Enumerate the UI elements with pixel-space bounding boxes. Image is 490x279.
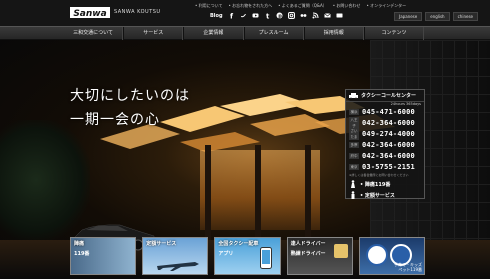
nav-item-services[interactable]: サービス (123, 27, 184, 40)
brand-name: SANWA KOUTSU (114, 9, 161, 15)
banner-title: 陣痛 (74, 241, 85, 247)
phone-number[interactable]: 049-274-4000 (362, 130, 415, 138)
site-header: Sanwa SANWA KOUTSU • 利用について • お忘れ物をされた方へ… (0, 0, 490, 26)
facebook-icon[interactable]: f (228, 12, 235, 20)
phone-area: さいたま (349, 127, 359, 140)
nav-item-recruit[interactable]: 採用情報 (303, 27, 364, 40)
call-center-title: タクシーコールセンター (361, 93, 417, 99)
driver-badge-icon (333, 244, 348, 258)
twitter-icon[interactable] (240, 12, 247, 19)
toplink-online[interactable]: • オンラインデンター (366, 3, 406, 9)
toplink-about[interactable]: • 利用について (195, 3, 223, 9)
airplane-icon (157, 262, 200, 271)
lang-english[interactable]: english (425, 12, 450, 21)
person-icon (351, 191, 355, 199)
youtube-play-icon[interactable] (336, 12, 343, 19)
instagram-icon[interactable] (287, 12, 295, 19)
flat-rate-link[interactable]: • 定額サービス (349, 191, 421, 199)
smartphone-icon (259, 247, 272, 269)
social-links: Blog f t p (210, 12, 343, 19)
nav-item-press[interactable]: プレスルーム (243, 27, 304, 40)
banner-kids-pet[interactable]: 子育て・キッズ ペット119番 (358, 237, 426, 275)
banner-title: 定額サービス (146, 241, 177, 247)
svg-text:f: f (230, 13, 234, 20)
phone-number[interactable]: 045-471-6000 (362, 108, 415, 116)
blog-link[interactable]: Blog (210, 13, 223, 19)
banner-subtitle: 熟練ドライバー (290, 251, 326, 257)
flickr-icon[interactable] (300, 12, 307, 19)
nav-item-company[interactable]: 企業情報 (183, 27, 244, 40)
banner-subtitle: 119番 (74, 251, 90, 257)
lang-chinese[interactable]: chinese (452, 12, 478, 21)
phone-number[interactable]: 042-364-6000 (362, 119, 415, 127)
phone-row[interactable]: 八王子 042-364-6000 (346, 116, 424, 129)
banner-taxi-app[interactable]: 全国タクシー配車 アプリ (214, 237, 281, 275)
banner-subtitle: アプリ (218, 251, 234, 257)
tagline-line-2: 一期一会の心 (70, 112, 160, 128)
banner-title: 子育て・キッズ ペット119番 (394, 262, 423, 272)
toplink-contact[interactable]: • お問い合わせ (333, 3, 361, 9)
toplink-faq[interactable]: • よくあるご質問（Q&A） (278, 3, 327, 9)
phone-area: 東京 (349, 163, 359, 170)
kids-taxi-icon (365, 244, 388, 266)
phone-row[interactable]: 多摩 042-364-6000 (346, 139, 424, 150)
banner-labor-119[interactable]: 陣痛 119番 (70, 237, 137, 275)
phone-row[interactable]: 東京 03-5755-2151 (346, 161, 424, 172)
svg-text:p: p (278, 14, 282, 20)
promo-banners: 陣痛 119番 定額サービス 全国タクシー配車 アプリ 達人ドライバー 熟練ドラ… (70, 237, 426, 275)
tumblr-icon[interactable]: t (264, 12, 271, 20)
banner-flat-rate[interactable]: 定額サービス (142, 237, 209, 275)
mother-icon (351, 180, 355, 188)
rss-icon[interactable] (312, 12, 319, 19)
phone-number[interactable]: 042-364-6000 (362, 141, 415, 149)
phone-row[interactable]: 横浜 045-471-6000 (346, 106, 424, 117)
banner-title: 達人ドライバー (290, 241, 326, 247)
banner-title: 全国タクシー配車 (218, 241, 259, 247)
main-nav: 三和交通について サービス 企業情報 プレスルーム 採用情報 コンテンツ (0, 26, 490, 40)
language-switcher: Japanese english chinese (394, 12, 478, 21)
nav-item-about[interactable]: 三和交通について (64, 27, 124, 40)
hero-tagline: 大切にしたいのは 一期一会の心 (70, 84, 190, 132)
brand-logo[interactable]: Sanwa (70, 6, 110, 19)
lang-japanese[interactable]: Japanese (394, 12, 423, 21)
phone-area: 横浜 (349, 108, 359, 115)
tagline-line-1: 大切にしたいのは (70, 88, 190, 104)
top-links: • 利用について • お忘れ物をされた方へ • よくあるご質問（Q&A） • お… (195, 3, 406, 9)
youtube-icon[interactable] (252, 12, 259, 19)
phone-number[interactable]: 042-364-6000 (362, 152, 415, 160)
phone-row[interactable]: さいたま 049-274-4000 (346, 127, 424, 140)
banner-expert-driver[interactable]: 達人ドライバー 熟練ドライバー (286, 237, 353, 275)
labor-119-label: • 陣痛119番 (360, 181, 391, 188)
phone-area: 多摩 (349, 141, 359, 148)
phone-row[interactable]: 府中 042-364-6000 (346, 150, 424, 161)
flat-rate-label: • 定額サービス (360, 192, 395, 199)
phone-area: 府中 (349, 152, 359, 159)
labor-119-link[interactable]: • 陣痛119番 (349, 180, 421, 188)
pinterest-icon[interactable]: p (276, 12, 283, 19)
taxi-icon (349, 93, 358, 99)
call-center-panel: タクシーコールセンター 24hours 365days 横浜 045-471-6… (345, 89, 425, 199)
svg-text:Sanwa: Sanwa (73, 9, 106, 19)
svg-text:t: t (266, 13, 270, 20)
mail-icon[interactable] (323, 12, 331, 19)
phone-number[interactable]: 03-5755-2151 (362, 163, 415, 171)
toplink-lost-items[interactable]: • お忘れ物をされた方へ (229, 3, 273, 9)
nav-item-contents[interactable]: コンテンツ (363, 27, 425, 40)
